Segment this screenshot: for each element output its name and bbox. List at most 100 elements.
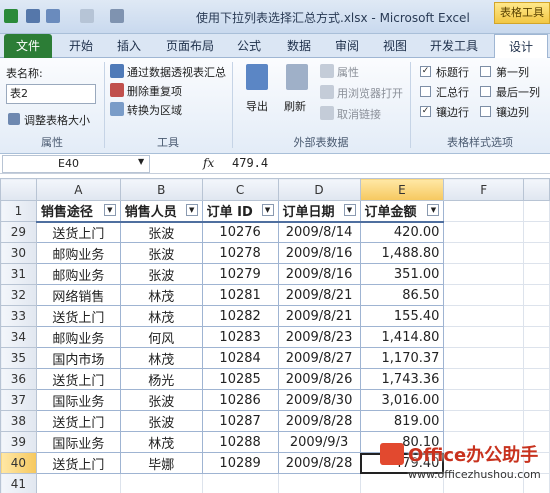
redo-icon[interactable] (80, 9, 94, 23)
row-header[interactable]: 40 (0, 452, 37, 474)
column-header-f[interactable]: F (443, 178, 525, 201)
row-header[interactable]: 38 (0, 410, 37, 432)
row-header[interactable]: 35 (0, 347, 37, 369)
table-cell-a[interactable]: 邮购业务 (35, 263, 121, 285)
empty-cell[interactable] (523, 305, 550, 327)
undo-icon[interactable] (46, 9, 60, 23)
table-cell-b[interactable]: 张波 (119, 389, 203, 411)
table-cell-a[interactable]: 网络销售 (35, 284, 121, 306)
column-header-b[interactable]: B (119, 178, 203, 201)
name-box[interactable]: E40 (2, 155, 150, 173)
refresh-button[interactable]: 刷新 (284, 98, 306, 114)
table-cell-e[interactable]: 155.40 (359, 305, 445, 327)
table-cell-d[interactable]: 2009/9/3 (277, 431, 361, 453)
table-name-input[interactable]: 表2 (6, 84, 96, 104)
table-cell-a[interactable]: 邮购业务 (35, 242, 121, 264)
print-preview-icon[interactable] (110, 9, 124, 23)
row-header[interactable]: 41 (0, 473, 37, 493)
tab-data[interactable]: 数据 (278, 34, 320, 58)
filter-dropdown-icon[interactable]: ▼ (343, 204, 356, 217)
formula-input[interactable]: 479.4 (232, 156, 268, 170)
table-cell-c[interactable]: 10281 (201, 284, 279, 306)
tab-home[interactable]: 开始 (60, 34, 102, 58)
table-cell-c[interactable]: 10288 (201, 431, 279, 453)
table-cell-d[interactable]: 2009/8/28 (277, 452, 361, 474)
empty-cell[interactable] (443, 263, 525, 285)
empty-cell[interactable] (443, 242, 525, 264)
unlink-button[interactable]: 取消链接 (337, 106, 381, 122)
total-row-checkbox[interactable] (420, 86, 431, 97)
convert-to-range-button[interactable]: 转换为区域 (127, 102, 182, 118)
empty-cell[interactable] (523, 263, 550, 285)
name-box-dropdown-icon[interactable]: ▼ (138, 157, 144, 166)
table-cell-c[interactable]: 10284 (201, 347, 279, 369)
filter-dropdown-icon[interactable]: ▼ (103, 204, 116, 217)
table-cell-d[interactable]: 2009/8/21 (277, 305, 361, 327)
filter-dropdown-icon[interactable]: ▼ (185, 204, 198, 217)
column-header-d[interactable]: D (277, 178, 361, 201)
empty-cell[interactable] (523, 242, 550, 264)
row-header[interactable]: 32 (0, 284, 37, 306)
save-icon[interactable] (26, 9, 40, 23)
table-cell-c[interactable]: 10282 (201, 305, 279, 327)
empty-cell[interactable] (443, 410, 525, 432)
excel-logo-icon[interactable] (4, 9, 18, 23)
table-cell-d[interactable]: 2009/8/23 (277, 326, 361, 348)
table-cell-a[interactable]: 送货上门 (35, 305, 121, 327)
table-cell-a[interactable]: 送货上门 (35, 368, 121, 390)
empty-cell[interactable] (443, 347, 525, 369)
open-in-browser-button[interactable]: 用浏览器打开 (337, 85, 403, 101)
table-cell-c[interactable]: 10285 (201, 368, 279, 390)
table-cell-c[interactable]: 10278 (201, 242, 279, 264)
table-cell-c[interactable]: 10289 (201, 452, 279, 474)
table-cell-a[interactable]: 送货上门 (35, 221, 121, 243)
resize-table-button[interactable]: 调整表格大小 (24, 112, 90, 128)
table-cell-a[interactable]: 送货上门 (35, 410, 121, 432)
table-cell-e[interactable]: 420.00 (359, 221, 445, 243)
empty-cell[interactable] (443, 284, 525, 306)
table-cell-d[interactable]: 2009/8/30 (277, 389, 361, 411)
tab-view[interactable]: 视图 (374, 34, 416, 58)
table-cell-d[interactable]: 2009/8/14 (277, 221, 361, 243)
table-header-cell[interactable]: 销售途径 ▼ (35, 200, 121, 223)
tab-design[interactable]: 设计 (494, 34, 548, 59)
table-cell-d[interactable]: 2009/8/26 (277, 368, 361, 390)
table-cell-b[interactable]: 张波 (119, 242, 203, 264)
summarize-pivot-button[interactable]: 通过数据透视表汇总 (127, 64, 226, 80)
table-cell-b[interactable]: 林茂 (119, 284, 203, 306)
table-cell-e[interactable]: 1,414.80 (359, 326, 445, 348)
filter-dropdown-icon[interactable]: ▼ (261, 204, 274, 217)
first-column-checkbox[interactable] (480, 66, 491, 77)
table-cell-d[interactable]: 2009/8/16 (277, 263, 361, 285)
row-header[interactable]: 31 (0, 263, 37, 285)
row-header[interactable]: 37 (0, 389, 37, 411)
remove-duplicates-button[interactable]: 删除重复项 (127, 83, 182, 99)
empty-cell[interactable] (523, 389, 550, 411)
table-cell-a[interactable]: 国际业务 (35, 389, 121, 411)
table-cell-e[interactable]: 819.00 (359, 410, 445, 432)
table-cell-d[interactable]: 2009/8/21 (277, 284, 361, 306)
table-cell-b[interactable]: 何风 (119, 326, 203, 348)
table-cell-c[interactable]: 10286 (201, 389, 279, 411)
table-header-cell[interactable]: 订单金额 ▼ (359, 200, 445, 223)
tab-formulas[interactable]: 公式 (228, 34, 270, 58)
select-all-corner[interactable] (0, 178, 37, 201)
table-cell-c[interactable]: 10276 (201, 221, 279, 243)
tab-file[interactable]: 文件 (4, 34, 52, 58)
empty-cell[interactable] (443, 368, 525, 390)
table-cell-b[interactable]: 林茂 (119, 305, 203, 327)
column-header-g[interactable] (523, 178, 550, 201)
table-cell-a[interactable]: 国际业务 (35, 431, 121, 453)
empty-cell[interactable] (443, 200, 525, 222)
tab-review[interactable]: 审阅 (326, 34, 368, 58)
empty-cell[interactable] (523, 326, 550, 348)
empty-cell[interactable] (201, 473, 279, 493)
table-cell-c[interactable]: 10279 (201, 263, 279, 285)
row-header[interactable]: 30 (0, 242, 37, 264)
empty-cell[interactable] (523, 368, 550, 390)
table-cell-e[interactable]: 1,488.80 (359, 242, 445, 264)
empty-cell[interactable] (523, 200, 550, 222)
export-button[interactable]: 导出 (246, 98, 268, 114)
table-cell-d[interactable]: 2009/8/27 (277, 347, 361, 369)
tab-developer[interactable]: 开发工具 (422, 34, 486, 58)
